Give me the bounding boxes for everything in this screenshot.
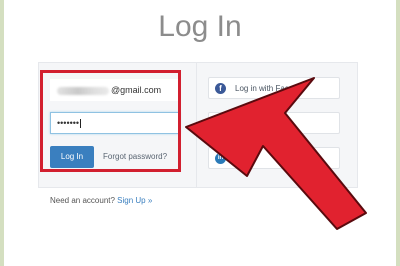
red-arrow-icon [185,77,367,230]
